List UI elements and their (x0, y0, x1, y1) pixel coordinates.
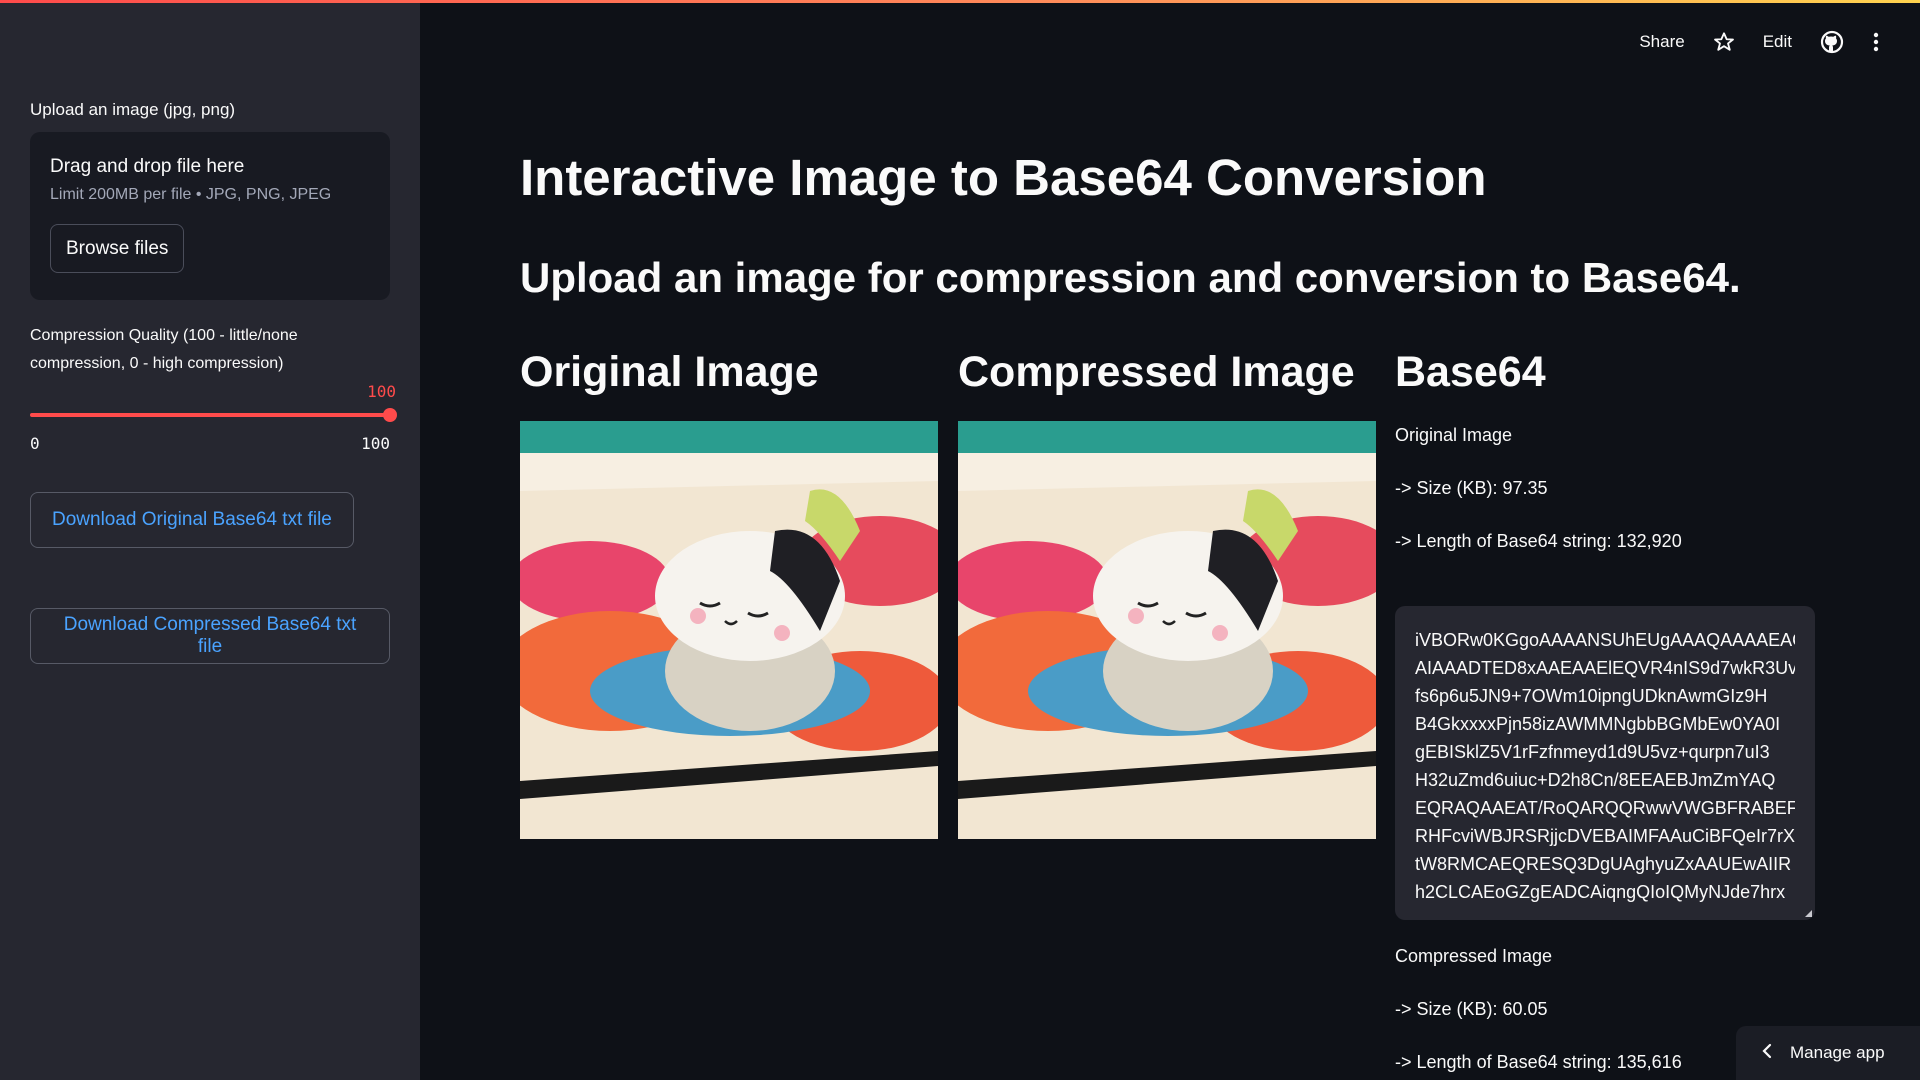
kebab-menu-icon[interactable] (1872, 31, 1880, 53)
chevron-left-icon (1762, 1043, 1772, 1064)
resize-grip-icon[interactable] (1805, 910, 1812, 917)
compressed-info-label: Compressed Image (1395, 946, 1553, 966)
dropzone-title: Drag and drop file here (50, 156, 245, 177)
base64-line: B4GkxxxxPjn58izAWMMNgbbBGMbEw0YA0I (1415, 714, 1781, 734)
top-toolbar: Share Edit (1611, 30, 1880, 54)
base64-line: AIAAADTED8xAAEAAElEQVR4nIS9d7wkR3Uv (1415, 658, 1795, 678)
page-title: Interactive Image to Base64 Conversion (520, 149, 1487, 206)
base64-line: h2CLCAEoGZgEADCAiqngQIoIQMyNJde7hrx (1415, 882, 1786, 902)
download-original-button[interactable]: Download Original Base64 txt file (30, 492, 354, 548)
base64-heading: Base64 (1395, 348, 1546, 396)
browse-files-button[interactable]: Browse files (50, 224, 185, 273)
edit-button[interactable]: Edit (1763, 32, 1792, 52)
slider-current-value: 100 (367, 382, 396, 401)
slider-thumb[interactable] (383, 408, 397, 422)
original-size: -> Size (KB): 97.35 (1395, 478, 1548, 498)
slider-track[interactable] (30, 413, 390, 417)
page-subtitle: Upload an image for compression and conv… (520, 254, 1741, 301)
compression-quality-label: Compression Quality (100 - little/none c… (30, 327, 298, 372)
base64-line: iVBORw0KGgoAAAANSUhEUgAAAQAAAAEAC (1415, 630, 1795, 650)
base64-line: H32uZmd6uiuc+D2h8Cn/8EEAEBJmZmYAQ (1415, 770, 1776, 790)
original-image (520, 421, 938, 839)
manage-app-label: Manage app (1790, 1043, 1885, 1062)
manage-app-button[interactable]: Manage app (1736, 1026, 1920, 1080)
compressed-image-heading: Compressed Image (958, 348, 1355, 396)
base64-line: RHFcviWBJRSRjjcDVEBAIMFAAuCiBFQeIr7rX (1415, 826, 1795, 846)
base64-line: tW8RMCAEQRESQ3DgUAghyuZxAAUEwAIIR (1415, 854, 1792, 874)
dropzone-limit: Limit 200MB per file • JPG, PNG, JPEG (50, 186, 332, 203)
github-icon[interactable] (1820, 30, 1844, 54)
base64-text-area[interactable]: iVBORw0KGgoAAAANSUhEUgAAAQAAAAEAC AIAAAD… (1395, 606, 1815, 920)
compressed-image (958, 421, 1376, 839)
download-compressed-button[interactable]: Download Compressed Base64 txt file (30, 608, 390, 664)
sidebar: Upload an image (jpg, png) Drag and drop… (0, 0, 420, 1080)
original-info-label: Original Image (1395, 425, 1513, 445)
top-decoration-bar (0, 0, 1920, 3)
file-dropzone[interactable]: Drag and drop file here Limit 200MB per … (30, 132, 390, 300)
share-button[interactable]: Share (1639, 32, 1684, 52)
base64-line: gEBISklZ5V1rFzfnmeyd1d9U5vz+qurpn7uI3 (1415, 742, 1770, 762)
slider-min-label: 0 (30, 434, 40, 453)
base64-column: Base64 Original Image -> Size (KB): 97.3… (1395, 348, 1815, 1073)
compressed-image-column: Compressed Image (958, 348, 1376, 839)
slider-max-label: 100 (361, 434, 390, 453)
base64-line: EQRAQAAEAT/RoQARQQRwwVWGBFRABEFA (1415, 798, 1795, 818)
star-icon[interactable] (1713, 31, 1735, 53)
compressed-size: -> Size (KB): 60.05 (1395, 999, 1548, 1019)
original-info: Original Image -> Size (KB): 97.35 -> Le… (1395, 425, 1815, 552)
original-image-heading: Original Image (520, 348, 819, 396)
base64-line: fs6p6u5JN9+7OWm10ipngUDknAwmGIz9H (1415, 686, 1768, 706)
upload-label: Upload an image (jpg, png) (30, 100, 236, 119)
original-base64-length: -> Length of Base64 string: 132,920 (1395, 531, 1682, 551)
compression-quality-slider[interactable]: 100 0 100 (30, 382, 397, 453)
original-image-column: Original Image (520, 348, 938, 839)
